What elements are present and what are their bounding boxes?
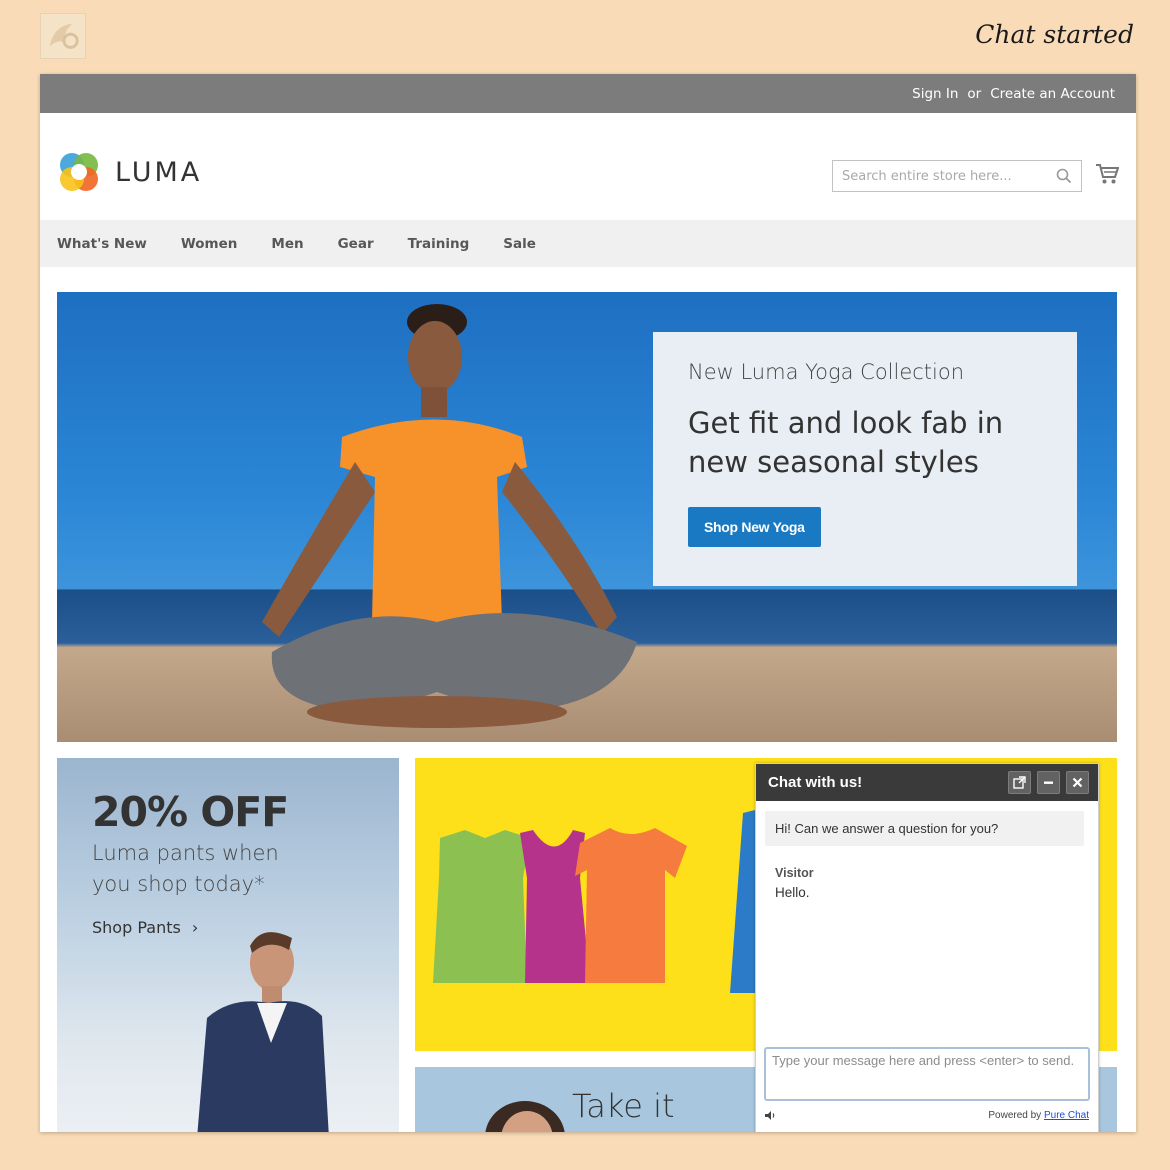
search-box [832,160,1082,192]
cart-icon[interactable] [1095,163,1120,190]
nav-item-training[interactable]: Training [408,236,470,252]
hero-title-line2: new seasonal styles [688,445,979,479]
hero-promo-box: New Luma Yoga Collection Get fit and loo… [653,332,1077,586]
site-header: LUMA [40,113,1136,220]
chat-message-input[interactable] [764,1047,1090,1101]
chat-header[interactable]: Chat with us! [756,764,1098,801]
chat-footer: Powered by Pure Chat [764,1110,1089,1121]
chevron-right-icon: › [191,918,199,937]
luma-logo-icon [60,153,98,191]
luma-logo[interactable]: LUMA [57,150,202,194]
popout-icon[interactable] [1008,771,1031,794]
shop-new-yoga-button[interactable]: Shop New Yoga [688,507,821,547]
shop-pants-label: Shop Pants [92,918,181,937]
hero-banner[interactable]: New Luma Yoga Collection Get fit and loo… [57,292,1117,742]
or-text: or [967,85,982,102]
message-sender: Visitor [775,866,814,880]
powered-by-label: Powered by [988,1110,1042,1121]
main-navigation: What's New Women Men Gear Training Sale [40,220,1136,267]
take-it-title: Take it [572,1087,675,1125]
chat-started-caption: Chat started [975,20,1134,49]
sound-icon[interactable] [764,1110,777,1121]
nav-item-women[interactable]: Women [181,236,238,252]
nav-item-men[interactable]: Men [271,236,303,252]
top-header-bar: Sign In or Create an Account [40,74,1136,113]
search-icon[interactable] [1056,168,1072,184]
create-account-link[interactable]: Create an Account [990,86,1115,102]
nav-item-sale[interactable]: Sale [503,236,536,252]
watermark-shape [49,23,79,49]
operator-greeting-message: Hi! Can we answer a question for you? [765,811,1084,846]
search-input[interactable] [842,168,1056,184]
chat-controls [1008,771,1089,794]
logo-text: LUMA [115,156,203,188]
shop-pants-link[interactable]: Shop Pants › [92,918,198,937]
sign-in-link[interactable]: Sign In [912,86,958,102]
minimize-icon[interactable] [1037,771,1060,794]
nav-item-whats-new[interactable]: What's New [57,236,147,252]
powered-by-text: Powered by Pure Chat [988,1110,1089,1121]
discount-title: 20% OFF [92,788,289,836]
browser-page: Sign In or Create an Account LUMA Search… [40,74,1136,1132]
visitor-message: Hello. [775,885,810,900]
chat-title: Chat with us! [768,774,863,791]
hero-title-line1: Get fit and look fab in [688,406,1004,440]
pure-chat-link[interactable]: Pure Chat [1044,1110,1089,1121]
discount-subtitle: Luma pants when you shop today* [92,841,279,896]
hero-title: Get fit and look fab in new seasonal sty… [688,404,1042,482]
hero-subtitle: New Luma Yoga Collection [688,360,965,384]
chat-widget: Chat with us! Hi! Can we answer a questi… [755,763,1099,1132]
watermark-logo [40,13,86,59]
close-icon[interactable] [1066,771,1089,794]
pants-promo-banner[interactable]: 20% OFF Luma pants when you shop today* … [57,758,399,1132]
nav-item-gear[interactable]: Gear [338,236,374,252]
